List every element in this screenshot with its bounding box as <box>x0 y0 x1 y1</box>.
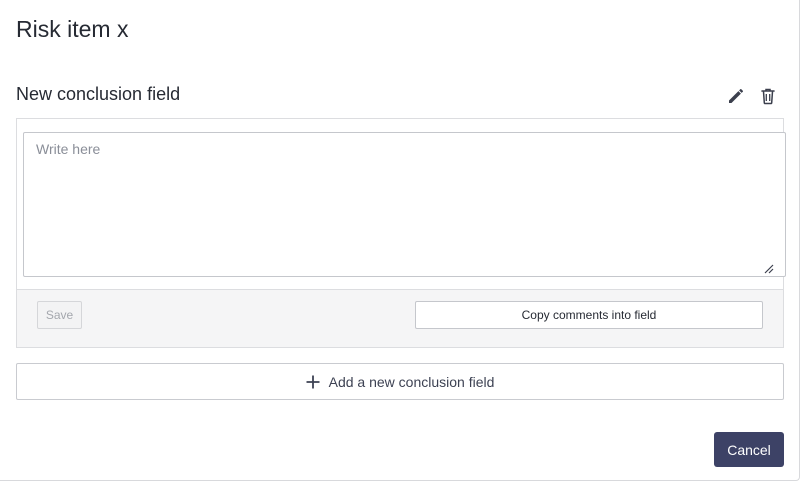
conclusion-textarea[interactable] <box>23 132 786 277</box>
delete-field-button[interactable] <box>757 85 779 107</box>
plus-icon <box>306 375 320 388</box>
add-conclusion-field-label: Add a new conclusion field <box>328 373 495 390</box>
conclusion-field-panel: Save Copy comments into field <box>16 118 786 348</box>
textarea-wrapper <box>17 119 786 290</box>
add-conclusion-field-button[interactable]: Add a new conclusion field <box>16 363 784 400</box>
risk-item-dialog: Risk item x New conclusion field Sav <box>0 0 800 481</box>
cancel-button[interactable]: Cancel <box>714 432 784 467</box>
conclusion-field-header: New conclusion field <box>16 82 784 108</box>
save-button[interactable]: Save <box>37 301 82 329</box>
trash-icon <box>761 88 775 105</box>
dialog-title: Risk item x <box>16 16 129 42</box>
edit-field-button[interactable] <box>725 85 747 107</box>
conclusion-field-title: New conclusion field <box>16 84 181 104</box>
pencil-icon <box>729 88 744 103</box>
resize-handle-icon[interactable] <box>763 263 774 274</box>
copy-comments-button[interactable]: Copy comments into field <box>415 301 763 329</box>
